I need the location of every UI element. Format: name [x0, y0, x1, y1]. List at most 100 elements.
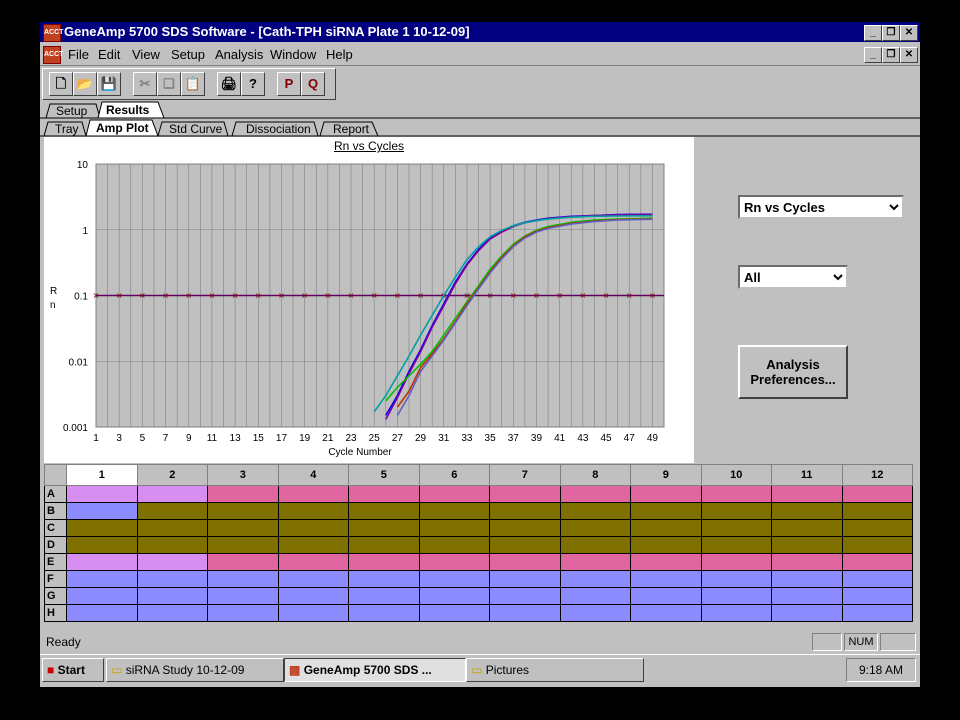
help-icon[interactable]: ? [241, 72, 265, 96]
well-D4[interactable] [277, 536, 349, 554]
well-E11[interactable] [771, 553, 843, 571]
well-G10[interactable] [700, 587, 772, 605]
well-F7[interactable] [489, 570, 561, 588]
task-siRNA-study[interactable]: ▭ siRNA Study 10-12-09 [106, 658, 284, 682]
title-bar[interactable]: ACCT GeneAmp 5700 SDS Software - [Cath-T… [40, 22, 920, 42]
well-G6[interactable] [418, 587, 490, 605]
row-header-D[interactable]: D [44, 536, 67, 554]
doc-minimize-icon[interactable]: _ [864, 47, 882, 63]
well-A4[interactable] [277, 485, 349, 503]
well-D11[interactable] [771, 536, 843, 554]
well-C7[interactable] [489, 519, 561, 537]
well-A8[interactable] [559, 485, 631, 503]
row-header-G[interactable]: G [44, 587, 67, 605]
well-C5[interactable] [348, 519, 420, 537]
row-header-E[interactable]: E [44, 553, 67, 571]
well-E6[interactable] [418, 553, 490, 571]
save-icon[interactable]: 💾 [97, 72, 121, 96]
doc-restore-icon[interactable]: ❐ [882, 47, 900, 63]
menu-edit[interactable]: Edit [98, 47, 120, 62]
well-H10[interactable] [700, 604, 772, 622]
column-header-5[interactable]: 5 [348, 464, 420, 486]
grid-corner[interactable] [44, 464, 67, 486]
well-E12[interactable] [841, 553, 913, 571]
menu-help[interactable]: Help [326, 47, 353, 62]
well-H5[interactable] [348, 604, 420, 622]
well-H1[interactable] [66, 604, 138, 622]
filter-select[interactable]: All [738, 265, 848, 289]
well-B2[interactable] [136, 502, 208, 520]
column-header-11[interactable]: 11 [771, 464, 843, 486]
menu-view[interactable]: View [132, 47, 160, 62]
well-F10[interactable] [700, 570, 772, 588]
well-B12[interactable] [841, 502, 913, 520]
column-header-7[interactable]: 7 [489, 464, 561, 486]
well-B9[interactable] [630, 502, 702, 520]
well-D6[interactable] [418, 536, 490, 554]
well-C12[interactable] [841, 519, 913, 537]
well-H8[interactable] [559, 604, 631, 622]
well-A2[interactable] [136, 485, 208, 503]
well-E9[interactable] [630, 553, 702, 571]
well-B11[interactable] [771, 502, 843, 520]
well-C1[interactable] [66, 519, 138, 537]
well-G11[interactable] [771, 587, 843, 605]
column-header-9[interactable]: 9 [630, 464, 702, 486]
well-H6[interactable] [418, 604, 490, 622]
well-A3[interactable] [207, 485, 279, 503]
well-E7[interactable] [489, 553, 561, 571]
well-B6[interactable] [418, 502, 490, 520]
well-D2[interactable] [136, 536, 208, 554]
well-C4[interactable] [277, 519, 349, 537]
well-G12[interactable] [841, 587, 913, 605]
well-A1[interactable] [66, 485, 138, 503]
row-header-C[interactable]: C [44, 519, 67, 537]
well-B3[interactable] [207, 502, 279, 520]
amp-plot-chart[interactable]: 1010.10.010.0011 3 5 7 9 11 13 15 17 19 21 23 25 27 29… [44, 137, 694, 463]
well-A7[interactable] [489, 485, 561, 503]
well-H2[interactable] [136, 604, 208, 622]
well-C11[interactable] [771, 519, 843, 537]
well-G9[interactable] [630, 587, 702, 605]
well-F9[interactable] [630, 570, 702, 588]
open-icon[interactable]: 📂 [73, 72, 97, 96]
well-F12[interactable] [841, 570, 913, 588]
well-D9[interactable] [630, 536, 702, 554]
doc-close-icon[interactable]: ✕ [900, 47, 918, 63]
well-B8[interactable] [559, 502, 631, 520]
well-E8[interactable] [559, 553, 631, 571]
well-A5[interactable] [348, 485, 420, 503]
well-B7[interactable] [489, 502, 561, 520]
well-F4[interactable] [277, 570, 349, 588]
paste-icon[interactable]: 📋 [181, 72, 205, 96]
well-H12[interactable] [841, 604, 913, 622]
well-G3[interactable] [207, 587, 279, 605]
menu-analysis[interactable]: Analysis [215, 47, 263, 62]
column-header-1[interactable]: 1 [66, 464, 138, 486]
task-geneamp[interactable]: ▩ GeneAmp 5700 SDS ... [284, 658, 466, 682]
row-header-A[interactable]: A [44, 485, 67, 503]
well-D7[interactable] [489, 536, 561, 554]
column-header-2[interactable]: 2 [136, 464, 208, 486]
well-F3[interactable] [207, 570, 279, 588]
column-header-10[interactable]: 10 [700, 464, 772, 486]
task-pictures[interactable]: ▭ Pictures [466, 658, 644, 682]
well-D3[interactable] [207, 536, 279, 554]
cut-icon[interactable]: ✂ [133, 72, 157, 96]
well-A12[interactable] [841, 485, 913, 503]
well-G1[interactable] [66, 587, 138, 605]
well-E10[interactable] [700, 553, 772, 571]
well-D12[interactable] [841, 536, 913, 554]
doc-icon[interactable]: ACCT [43, 46, 63, 64]
well-B1[interactable] [66, 502, 138, 520]
well-H4[interactable] [277, 604, 349, 622]
print-icon[interactable]: 🖨 [217, 72, 241, 96]
well-E4[interactable] [277, 553, 349, 571]
well-A9[interactable] [630, 485, 702, 503]
column-header-4[interactable]: 4 [277, 464, 349, 486]
well-H9[interactable] [630, 604, 702, 622]
well-H7[interactable] [489, 604, 561, 622]
well-G5[interactable] [348, 587, 420, 605]
menu-file[interactable]: File [68, 47, 89, 62]
well-E5[interactable] [348, 553, 420, 571]
